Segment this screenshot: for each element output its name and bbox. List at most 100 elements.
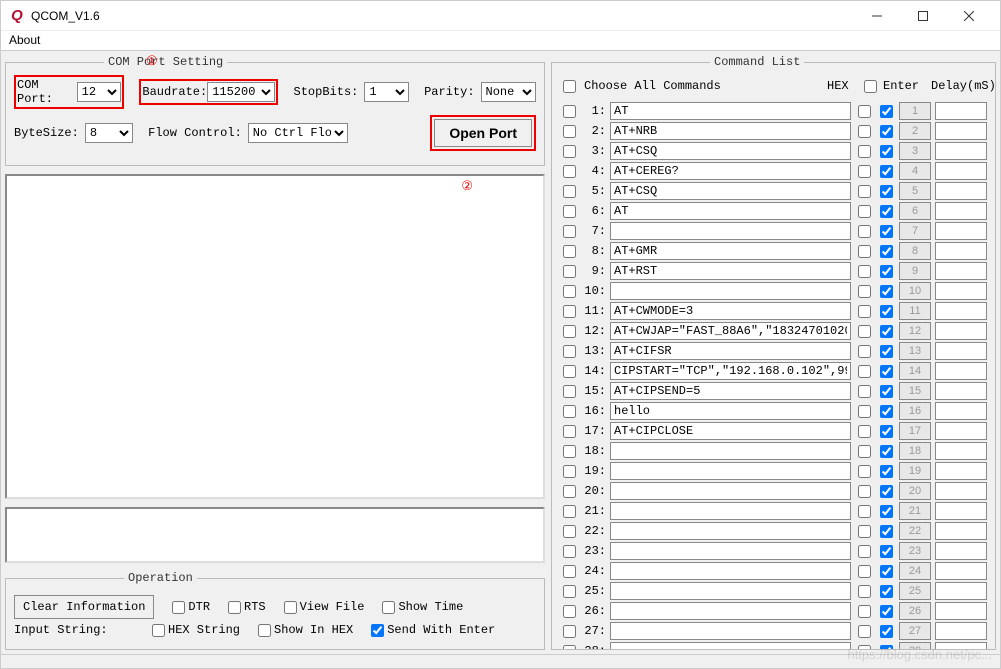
row-enter-checkbox[interactable] [880,165,893,178]
row-command-input[interactable] [610,182,851,200]
row-command-input[interactable] [610,622,851,640]
row-command-input[interactable] [610,582,851,600]
row-hex-checkbox[interactable] [858,205,871,218]
row-delay-input[interactable] [935,402,987,420]
row-hex-checkbox[interactable] [858,545,871,558]
output-textarea[interactable]: ② [5,174,545,499]
row-send-button[interactable]: 13 [899,342,931,360]
row-delay-input[interactable] [935,582,987,600]
row-send-button[interactable]: 1 [899,102,931,120]
rts-checkbox-label[interactable]: RTS [228,600,266,614]
open-port-button[interactable]: Open Port [434,119,532,147]
row-command-input[interactable] [610,462,851,480]
row-hex-checkbox[interactable] [858,645,871,651]
row-hex-checkbox[interactable] [858,365,871,378]
row-send-button[interactable]: 18 [899,442,931,460]
row-send-button[interactable]: 23 [899,542,931,560]
row-hex-checkbox[interactable] [858,405,871,418]
row-enter-checkbox[interactable] [880,185,893,198]
row-delay-input[interactable] [935,142,987,160]
row-command-input[interactable] [610,362,851,380]
row-send-button[interactable]: 6 [899,202,931,220]
row-send-button[interactable]: 25 [899,582,931,600]
row-choose-checkbox[interactable] [563,405,576,418]
maximize-button[interactable] [900,1,946,31]
minimize-button[interactable] [854,1,900,31]
row-enter-checkbox[interactable] [880,285,893,298]
row-choose-checkbox[interactable] [563,205,576,218]
close-button[interactable] [946,1,992,31]
row-enter-checkbox[interactable] [880,345,893,358]
row-delay-input[interactable] [935,222,987,240]
row-send-button[interactable]: 17 [899,422,931,440]
row-hex-checkbox[interactable] [858,285,871,298]
row-choose-checkbox[interactable] [563,325,576,338]
row-delay-input[interactable] [935,162,987,180]
row-enter-checkbox[interactable] [880,405,893,418]
row-choose-checkbox[interactable] [563,425,576,438]
row-delay-input[interactable] [935,482,987,500]
row-hex-checkbox[interactable] [858,145,871,158]
secondary-output[interactable] [5,507,545,563]
showtime-checkbox[interactable] [382,601,395,614]
row-send-button[interactable]: 20 [899,482,931,500]
row-hex-checkbox[interactable] [858,125,871,138]
row-hex-checkbox[interactable] [858,445,871,458]
row-command-input[interactable] [610,262,851,280]
row-enter-checkbox[interactable] [880,505,893,518]
row-enter-checkbox[interactable] [880,325,893,338]
row-delay-input[interactable] [935,342,987,360]
row-choose-checkbox[interactable] [563,445,576,458]
row-enter-checkbox[interactable] [880,305,893,318]
row-hex-checkbox[interactable] [858,485,871,498]
row-enter-checkbox[interactable] [880,625,893,638]
row-enter-checkbox[interactable] [880,425,893,438]
row-hex-checkbox[interactable] [858,605,871,618]
row-command-input[interactable] [610,442,851,460]
row-delay-input[interactable] [935,102,987,120]
row-delay-input[interactable] [935,642,987,650]
row-enter-checkbox[interactable] [880,645,893,651]
row-choose-checkbox[interactable] [563,365,576,378]
row-send-button[interactable]: 12 [899,322,931,340]
row-delay-input[interactable] [935,262,987,280]
row-send-button[interactable]: 19 [899,462,931,480]
row-enter-checkbox[interactable] [880,565,893,578]
row-choose-checkbox[interactable] [563,505,576,518]
row-hex-checkbox[interactable] [858,265,871,278]
row-enter-checkbox[interactable] [880,485,893,498]
row-choose-checkbox[interactable] [563,105,576,118]
row-command-input[interactable] [610,202,851,220]
viewfile-checkbox[interactable] [284,601,297,614]
row-command-input[interactable] [610,522,851,540]
row-choose-checkbox[interactable] [563,485,576,498]
row-choose-checkbox[interactable] [563,305,576,318]
row-delay-input[interactable] [935,622,987,640]
row-delay-input[interactable] [935,202,987,220]
bytesize-select[interactable]: 8 [85,123,133,143]
row-delay-input[interactable] [935,442,987,460]
row-command-input[interactable] [610,102,851,120]
row-choose-checkbox[interactable] [563,345,576,358]
row-choose-checkbox[interactable] [563,165,576,178]
row-choose-checkbox[interactable] [563,185,576,198]
row-enter-checkbox[interactable] [880,365,893,378]
sendwithenter-checkbox[interactable] [371,624,384,637]
clear-information-button[interactable]: Clear Information [14,595,154,619]
row-command-input[interactable] [610,562,851,580]
hexstring-checkbox-label[interactable]: HEX String [152,623,240,637]
row-send-button[interactable]: 4 [899,162,931,180]
row-send-button[interactable]: 10 [899,282,931,300]
sendwithenter-checkbox-label[interactable]: Send With Enter [371,623,495,637]
row-send-button[interactable]: 21 [899,502,931,520]
row-enter-checkbox[interactable] [880,525,893,538]
row-command-input[interactable] [610,242,851,260]
dtr-checkbox-label[interactable]: DTR [172,600,210,614]
row-hex-checkbox[interactable] [858,425,871,438]
row-choose-checkbox[interactable] [563,125,576,138]
row-enter-checkbox[interactable] [880,245,893,258]
row-enter-checkbox[interactable] [880,145,893,158]
comport-select[interactable]: 12 [77,82,121,102]
row-hex-checkbox[interactable] [858,505,871,518]
row-send-button[interactable]: 16 [899,402,931,420]
